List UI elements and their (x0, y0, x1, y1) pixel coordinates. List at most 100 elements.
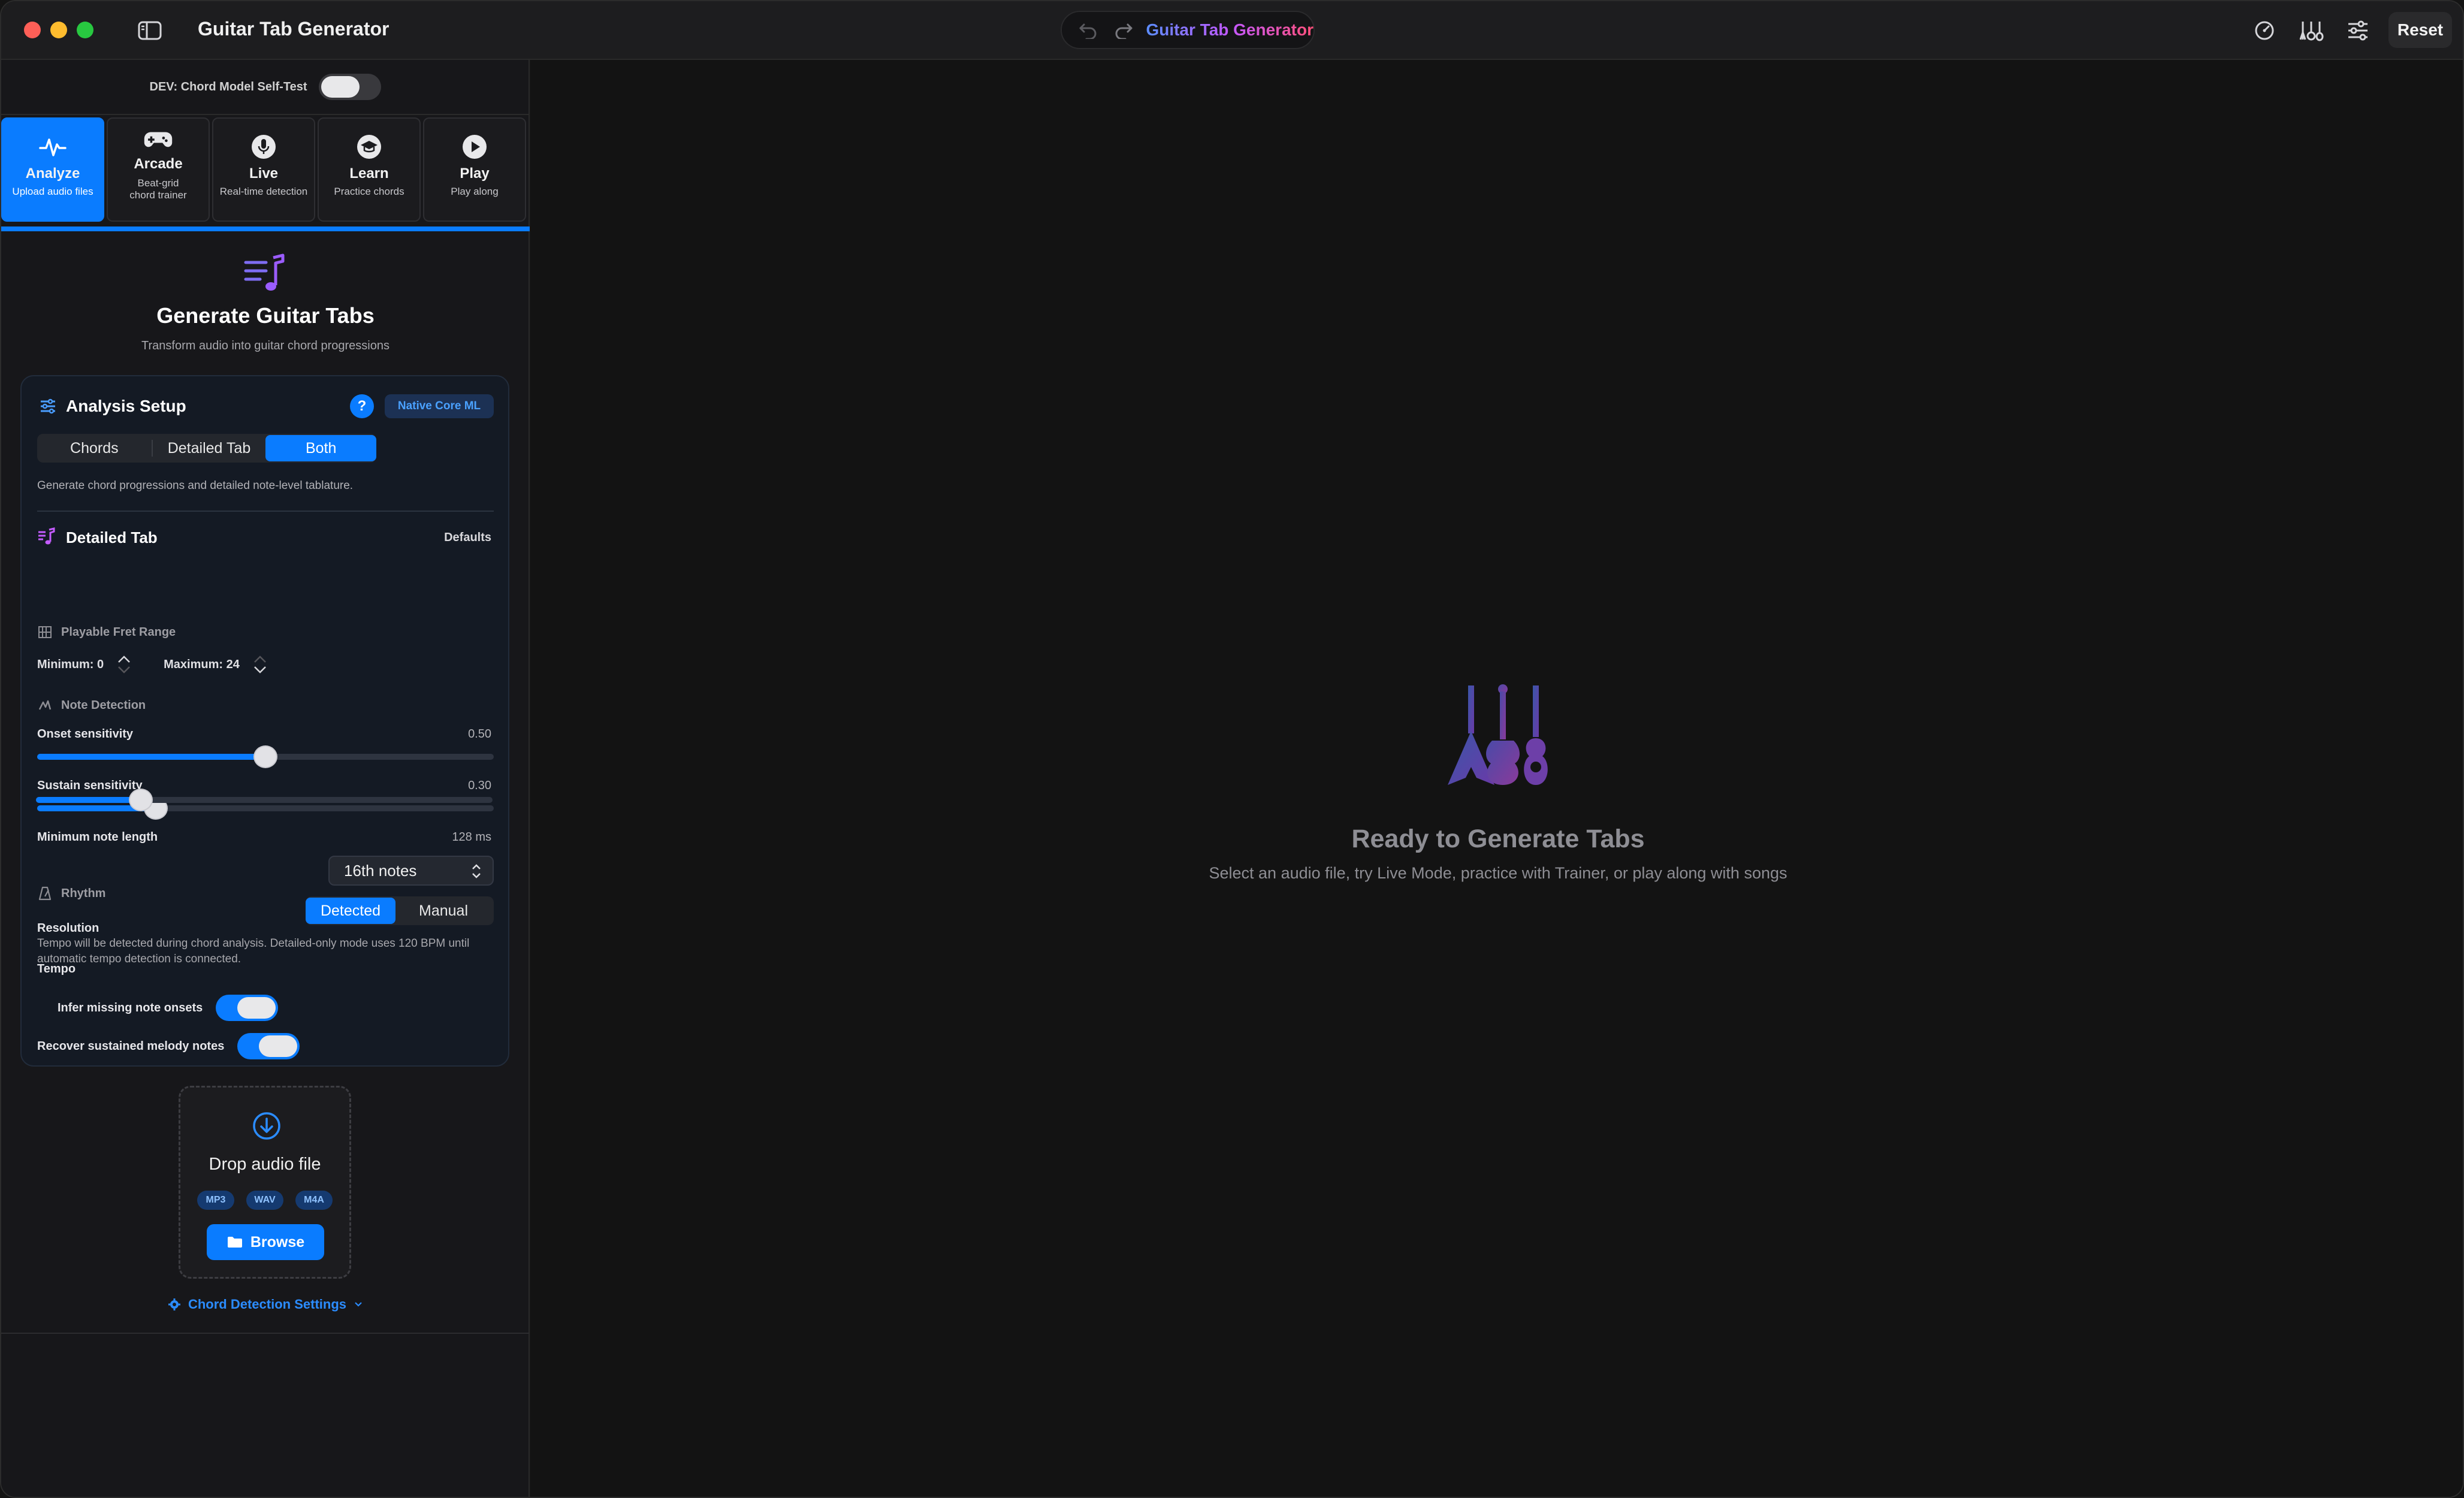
tempo-segmented-control: Detected Manual (306, 896, 494, 925)
chevron-down-icon (253, 666, 266, 674)
center-toolbar: Guitar Tab Generator (1061, 11, 1315, 49)
onset-sensitivity-slider[interactable] (37, 745, 494, 768)
hero-title: Generate Guitar Tabs (156, 303, 375, 328)
hero-subtitle: Transform audio into guitar chord progre… (141, 339, 389, 352)
speed-button[interactable] (2243, 16, 2285, 46)
output-mode-segmented-control: Chords Detailed Tab Both (37, 434, 376, 463)
mode-tab-arcade[interactable]: Arcade Beat-grid chord trainer (107, 117, 210, 222)
mode-tab-learn[interactable]: Learn Practice chords (318, 117, 421, 222)
dev-self-test-row: DEV: Chord Model Self-Test (1, 60, 530, 115)
mode-subtitle: Play along (451, 186, 499, 197)
mode-subtitle: Practice chords (334, 186, 404, 197)
gamepad-icon (144, 132, 173, 147)
minimize-window-button[interactable] (50, 22, 67, 38)
slider-thumb[interactable] (129, 789, 153, 811)
close-window-button[interactable] (24, 22, 41, 38)
guitars-button[interactable] (2290, 16, 2332, 46)
native-core-ml-badge: Native Core ML (385, 394, 494, 418)
format-badges: MP3 WAV M4A (197, 1191, 333, 1210)
resolution-label: Resolution (37, 922, 99, 935)
tempo-manual[interactable]: Manual (395, 898, 491, 924)
segment-both[interactable]: Both (265, 435, 376, 461)
sustain-sensitivity-value: 0.30 (468, 779, 491, 792)
empty-state-title: Ready to Generate Tabs (1351, 824, 1645, 853)
sidebar-icon (138, 21, 162, 40)
browse-button[interactable]: Browse (207, 1224, 324, 1260)
fret-maximum-label: Maximum: 24 (164, 657, 240, 671)
reset-button[interactable]: Reset (2388, 12, 2452, 48)
gauge-icon (2255, 21, 2274, 40)
microphone-icon (252, 135, 276, 159)
mode-subtitle: Beat-grid chord trainer (129, 177, 187, 201)
app-window: Guitar Tab Generator Guitar Tab Generato… (0, 0, 2464, 1498)
detailed-tab-title: Detailed Tab (66, 528, 158, 546)
sidebar-toggle-button[interactable] (133, 18, 167, 43)
mode-tab-analyze[interactable]: Analyze Upload audio files (1, 117, 104, 222)
infer-onsets-toggle[interactable] (216, 995, 279, 1021)
segment-detailed-tab[interactable]: Detailed Tab (153, 435, 266, 461)
mode-tabs: Analyze Upload audio files Arcade Beat-g… (1, 117, 530, 226)
sliders-icon (2348, 20, 2368, 41)
music-note-icon (38, 527, 55, 545)
format-badge: WAV (246, 1191, 283, 1210)
guitars-icon (2299, 22, 2324, 41)
chord-detection-settings-toggle[interactable]: Chord Detection Settings (1, 1297, 530, 1312)
redo-button[interactable] (1106, 12, 1141, 48)
waveform-badge-icon (38, 700, 52, 710)
undo-button[interactable] (1070, 12, 1106, 48)
mode-tabs-indicator (1, 226, 530, 231)
window-title: Guitar Tab Generator (198, 18, 389, 40)
resolution-select[interactable]: 16th notes (328, 856, 494, 886)
onset-sensitivity-label: Onset sensitivity (37, 727, 134, 741)
gear-icon (168, 1298, 180, 1310)
center-title: Guitar Tab Generator (1146, 20, 1313, 39)
main-content: Ready to Generate Tabs Select an audio f… (531, 60, 2463, 1497)
tempo-detected[interactable]: Detected (306, 898, 395, 924)
fret-range-row: Minimum: 0 Maximum: 24 (37, 650, 270, 679)
redo-icon (1115, 23, 1133, 39)
minimum-note-length-label: Minimum note length (37, 830, 158, 844)
format-badge: MP3 (197, 1191, 234, 1210)
play-circle-icon (463, 135, 487, 159)
onset-sensitivity-value: 0.50 (468, 727, 491, 741)
fret-minimum-stepper[interactable] (114, 650, 134, 679)
recover-melody-toggle[interactable] (237, 1033, 300, 1059)
mode-name: Arcade (134, 156, 183, 172)
minimum-note-length-slider[interactable] (36, 789, 493, 811)
segment-chords[interactable]: Chords (37, 435, 152, 461)
mode-tab-play[interactable]: Play Play along (423, 117, 526, 222)
rhythm-heading: Rhythm (37, 886, 105, 901)
output-mode-description: Generate chord progressions and detailed… (37, 479, 354, 492)
title-bar: Guitar Tab Generator Guitar Tab Generato… (1, 1, 2463, 60)
analysis-setup-title: Analysis Setup (66, 397, 186, 415)
zoom-window-button[interactable] (77, 22, 93, 38)
metronome-icon (38, 886, 52, 901)
guitars-illustration-icon (1448, 684, 1548, 785)
settings-button[interactable] (2337, 16, 2379, 46)
chevron-up-icon (118, 656, 131, 663)
format-badge: M4A (295, 1191, 333, 1210)
fret-range-heading: Playable Fret Range (37, 624, 176, 640)
tempo-note: Tempo will be detected during chord anal… (37, 937, 470, 965)
undo-icon (1079, 23, 1097, 39)
defaults-button[interactable]: Defaults (444, 531, 491, 545)
mode-name: Play (460, 165, 490, 182)
chevron-down-icon (118, 666, 131, 674)
mode-name: Analyze (25, 165, 80, 182)
dev-self-test-toggle[interactable] (319, 74, 382, 100)
mode-name: Live (249, 165, 279, 182)
infer-onsets-row: Infer missing note onsets (58, 995, 279, 1021)
minimum-note-length-value: 128 ms (452, 830, 491, 844)
audio-drop-zone[interactable]: Drop audio file MP3 WAV M4A Browse (179, 1086, 351, 1279)
mode-tab-live[interactable]: Live Real-time detection (212, 117, 315, 222)
analysis-setup-panel: Analysis Setup ? Native Core ML Chords D… (20, 375, 509, 1067)
sidebar: DEV: Chord Model Self-Test Analyze Uploa… (1, 60, 530, 1497)
list-settings-icon (41, 398, 55, 414)
slider-thumb[interactable] (253, 745, 277, 768)
recover-melody-row: Recover sustained melody notes (37, 1033, 300, 1059)
fret-maximum-stepper[interactable] (250, 650, 270, 679)
mode-name: Learn (349, 165, 389, 182)
help-button[interactable]: ? (350, 394, 374, 418)
sustain-sensitivity-slider[interactable] (37, 797, 494, 820)
graduation-cap-icon (357, 135, 381, 159)
